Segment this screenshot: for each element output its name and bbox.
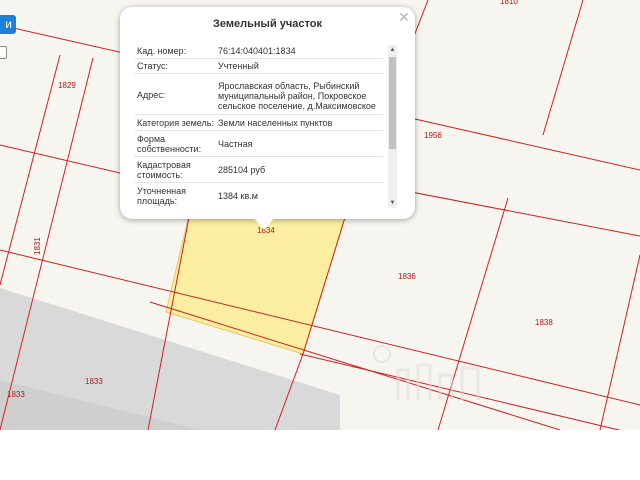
parcel-label-1810: 1810	[500, 0, 518, 6]
scroll-up-icon[interactable]: ▲	[388, 45, 397, 55]
scrollbar-thumb[interactable]	[389, 57, 396, 149]
attr-value: Частная	[218, 139, 253, 149]
attr-key: Кад. номер:	[137, 46, 187, 56]
attr-key: Категория земель:	[137, 118, 214, 128]
parcel-label-1956: 1956	[424, 131, 442, 140]
attr-row-ownership: Форма собственности: Частная	[134, 131, 383, 157]
attr-row-cadastral-value: Кадастровая стоимость: 285104 руб	[134, 157, 383, 183]
attr-key: Уточненная площадь:	[137, 186, 187, 206]
parcel-label-1836: 1836	[398, 272, 416, 281]
attr-value: Учтенный	[218, 61, 259, 71]
parcel-info-popup: Земельный участок ✕ Кад. номер: 76:14:04…	[120, 7, 415, 230]
attr-row-cadastral-number: Кад. номер: 76:14:040401:1834	[134, 44, 383, 59]
layer-toggle[interactable]	[0, 46, 7, 59]
attr-key: Статус:	[137, 61, 168, 71]
parcel-label-1833: 1833	[85, 377, 103, 386]
map-control-button[interactable]: и	[0, 15, 16, 34]
attr-key: Кадастровая стоимость:	[137, 160, 191, 180]
attr-row-area: Уточненная площадь: 1384 кв.м	[134, 183, 383, 206]
watermark-logo	[373, 345, 480, 400]
popup-pointer	[253, 217, 275, 230]
attr-key: Адрес:	[137, 90, 166, 100]
close-icon[interactable]: ✕	[398, 9, 410, 26]
attr-value: Земли населенных пунктов	[218, 118, 333, 128]
attr-row-land-category: Категория земель: Земли населенных пункт…	[134, 115, 383, 131]
parcel-label-1829: 1829	[58, 81, 76, 90]
popup-title: Земельный участок	[213, 18, 322, 30]
parcel-label-1833: 1833	[7, 390, 25, 399]
parcel-label-1831: 1831	[33, 237, 42, 255]
attr-value: 76:14:040401:1834	[218, 46, 296, 56]
attr-value: Ярославская область, Рыбинский муниципал…	[218, 81, 376, 111]
attr-row-address: Адрес: Ярославская область, Рыбинский му…	[134, 74, 383, 115]
parcel-label-1838: 1838	[535, 318, 553, 327]
popup-scrollbar[interactable]: ▲ ▼	[388, 45, 397, 208]
attr-value: 1384 кв.м	[218, 191, 258, 201]
scroll-down-icon[interactable]: ▼	[388, 198, 397, 208]
attr-key: Форма собственности:	[137, 134, 202, 154]
attr-row-status: Статус: Учтенный	[134, 59, 383, 74]
parcel-attributes-table[interactable]: Кад. номер: 76:14:040401:1834 Статус: Уч…	[134, 44, 383, 206]
attr-value: 285104 руб	[218, 165, 266, 175]
